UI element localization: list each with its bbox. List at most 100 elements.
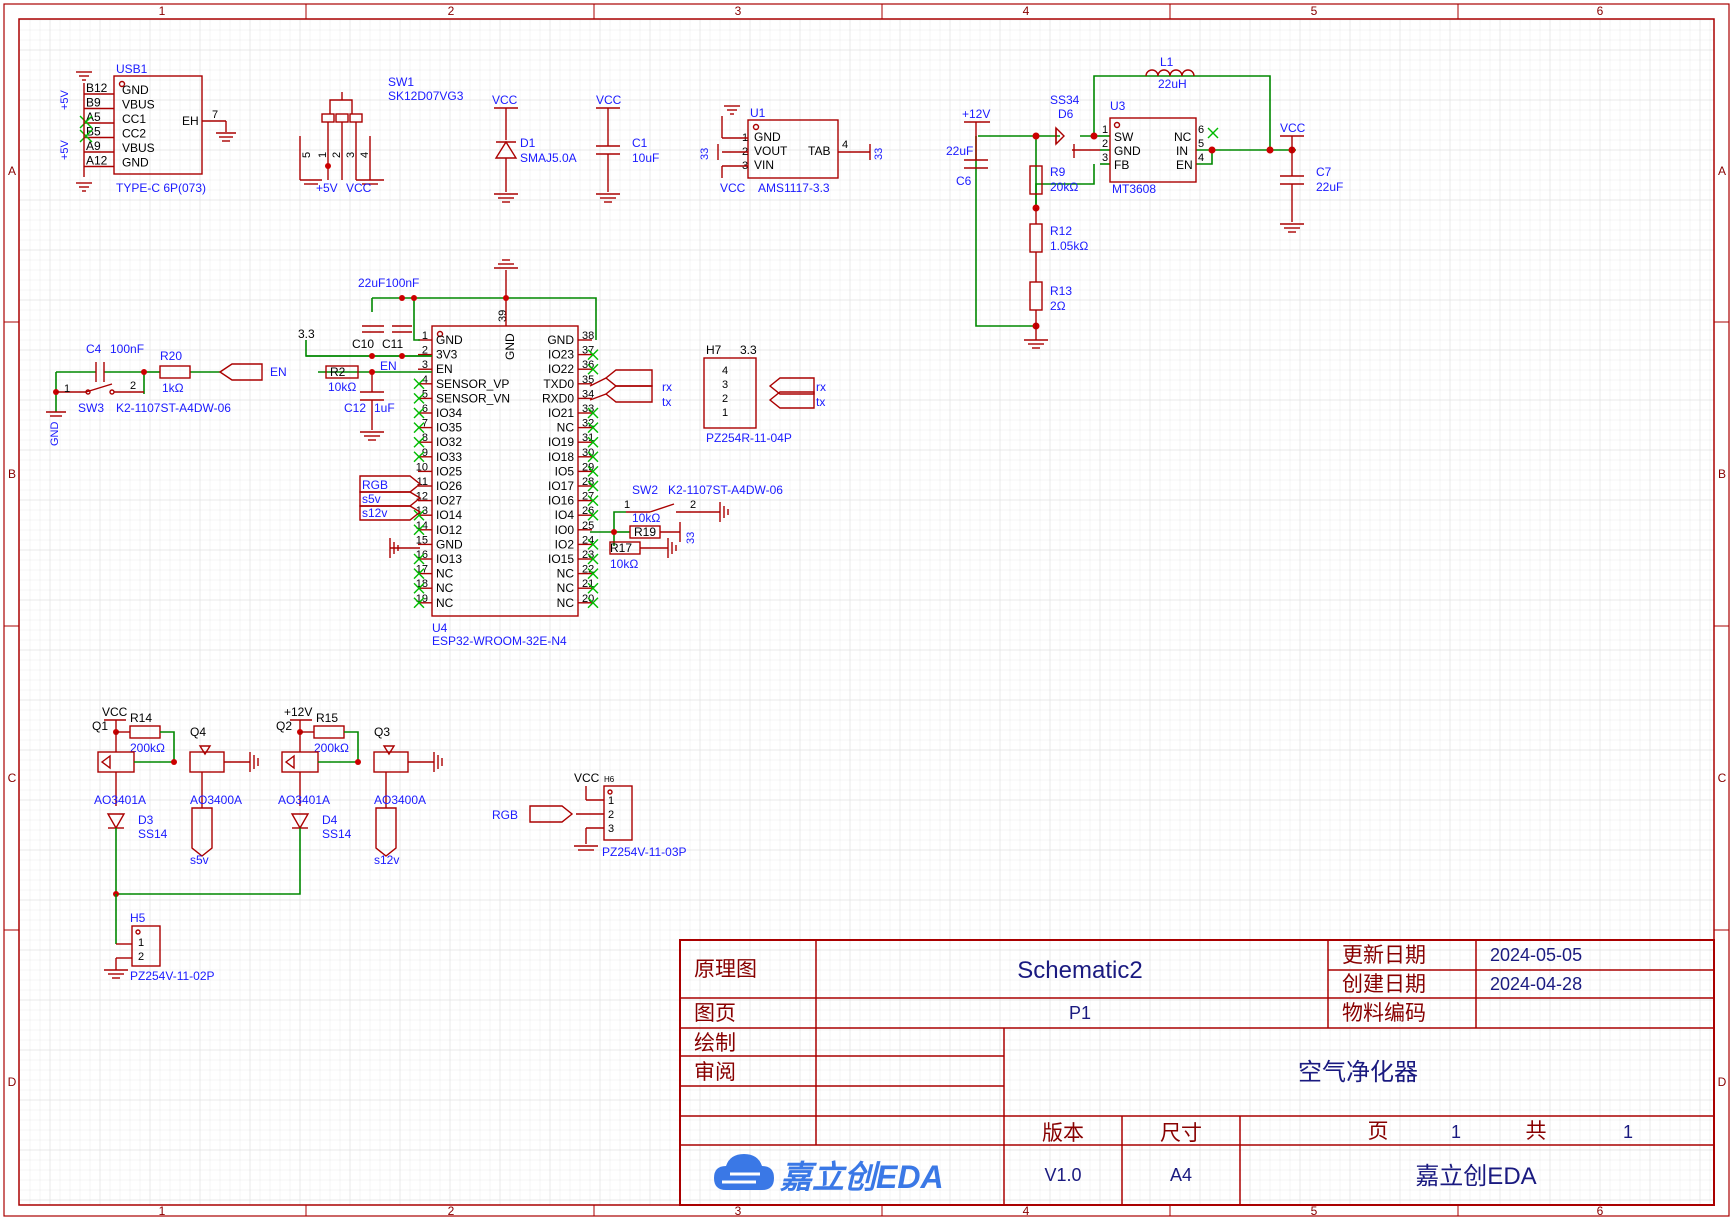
u3-pin-name: NC (1174, 130, 1192, 144)
u4-pin-name: IO19 (548, 435, 574, 449)
r9-value: 20kΩ (1050, 180, 1078, 194)
h7-pin: 2 (722, 393, 728, 405)
usb1-pin-num: A5 (86, 110, 101, 124)
column-label: 4 (1023, 4, 1030, 18)
u1-net-33: 33 (699, 148, 711, 160)
column-label: 6 (1597, 4, 1604, 18)
h5-pin: 2 (138, 951, 144, 963)
u4-pin-num: 1 (422, 330, 428, 342)
u4-pin-num: 15 (416, 534, 428, 546)
column-label: 2 (448, 1204, 455, 1218)
u4-net-33: 3.3 (298, 327, 315, 341)
tb-size: A4 (1170, 1165, 1192, 1185)
d1-tvs-diode[interactable]: VCC D1 SMAJ5.0A (492, 93, 577, 203)
u4-pin-name: GND (436, 537, 463, 551)
u4-pin-name: IO2 (555, 537, 575, 551)
q4-part: AO3400A (190, 793, 242, 807)
u3-pin-num: 3 (1102, 152, 1108, 164)
r14-value: 200kΩ (130, 741, 165, 755)
u4-pin-num: 16 (416, 549, 428, 561)
usb1-pin-name: CC2 (122, 127, 146, 141)
r15-value: 200kΩ (314, 741, 349, 755)
u3-pin-num: 1 (1102, 124, 1108, 136)
u4-pin-name: RXD0 (542, 391, 574, 405)
row-label: A (8, 164, 16, 178)
h7-net-33: 3.3 (740, 343, 757, 357)
u4-pin-name: IO14 (436, 508, 462, 522)
column-label: 3 (735, 4, 742, 18)
u4-pin-name: IO33 (436, 450, 462, 464)
u4-pin-num: 38 (582, 330, 594, 342)
h6-rgb-header[interactable]: VCC H6 1 2 3 RGB PZ254V-11-03P (492, 771, 687, 859)
sw3-part: K2-1107ST-A4DW-06 (116, 401, 231, 415)
u3-pin-name: GND (1114, 144, 1141, 158)
r19-ref: R19 (634, 525, 656, 539)
u4-pin-name: NC (557, 421, 575, 435)
sw2-pin1: 1 (624, 499, 630, 511)
r17-ref: R17 (610, 541, 632, 555)
boost-net-vcc: VCC (1280, 121, 1306, 135)
u4-pin-name: TXD0 (543, 377, 574, 391)
u1-vcc: VCC (720, 181, 746, 195)
tb-updated-date: 2024-05-05 (1490, 945, 1582, 965)
tb-version: V1.0 (1044, 1165, 1081, 1185)
u4-pin-name: IO34 (436, 406, 462, 420)
c1-ref: C1 (632, 136, 648, 150)
usb1-pin-name: VBUS (122, 98, 155, 112)
u4-ref: U4 (432, 621, 448, 635)
sw2-boot-circuit[interactable]: SW2 K2-1107ST-A4DW-06 1 2 10kΩ R19 33 R1… (590, 483, 783, 571)
sw3-net-en: EN (270, 365, 287, 379)
tb-bom-label: 物料编码 (1342, 1002, 1426, 1025)
d1-net-vcc: VCC (492, 93, 518, 107)
sw3-net-gnd: GND (49, 422, 61, 447)
sw3-pin1: 1 (64, 383, 70, 395)
r12-ref: R12 (1050, 224, 1072, 238)
u3-pin-name: EN (1176, 158, 1193, 172)
tb-type-label: 原理图 (694, 958, 757, 981)
q2-net-12v: +12V (284, 705, 312, 719)
q4-net-s5v: s5v (190, 853, 209, 867)
u4-pin-name: IO26 (436, 479, 462, 493)
u4-pin-name: NC (557, 581, 575, 595)
sw1-ref: SW1 (388, 75, 414, 89)
column-label: 6 (1597, 1204, 1604, 1218)
u4-net-rx: rx (662, 380, 672, 394)
sw1-slide-switch[interactable]: SW1 SK12D07VG3 51234 +5V VCC (299, 75, 464, 195)
c1-value: 10uF (632, 151, 659, 165)
u1-tab-pin: 4 (842, 139, 848, 151)
column-label: 3 (735, 1204, 742, 1218)
u3-pin-num: 4 (1198, 152, 1204, 164)
u4-pin-name: IO35 (436, 421, 462, 435)
c7-value: 22uF (1316, 180, 1343, 194)
sw2-ref: SW2 (632, 483, 658, 497)
u4-pin-name: IO15 (548, 552, 574, 566)
usb1-net-5v: +5V (59, 89, 71, 110)
u4-pin-name: NC (557, 596, 575, 610)
tb-total: 1 (1623, 1122, 1633, 1142)
u4-pin-num: 25 (582, 520, 594, 532)
usb1-eh: EH (182, 114, 199, 128)
usb1-pin-num: B5 (86, 125, 101, 139)
c10-ref: C10 (352, 337, 374, 351)
u3-pin-num: 5 (1198, 138, 1204, 150)
r19-value: 10kΩ (632, 511, 660, 525)
usb1-connector[interactable]: USB1 B12 GNDB9 VBUSA5 CC1B5 CC2A9 VBUSA12 GND … (59, 62, 236, 195)
u4-pin-name: IO16 (548, 494, 574, 508)
u4-pin-name: IO0 (555, 523, 575, 537)
u4-pin-num: 3 (422, 359, 428, 371)
tb-size-label: 尺寸 (1160, 1122, 1202, 1145)
u1-tab: TAB (808, 144, 830, 158)
h7-pin: 1 (722, 407, 728, 419)
u3-ref: U3 (1110, 99, 1126, 113)
r15-ref: R15 (316, 711, 338, 725)
l1-value: 22uH (1158, 77, 1187, 91)
sw1-net-5v: +5V (316, 181, 338, 195)
u4-gnd-top: GND (503, 333, 517, 360)
r20-ref: R20 (160, 349, 182, 363)
q1-ref: Q1 (92, 719, 108, 733)
h7-part: PZ254R-11-04P (706, 431, 792, 445)
boost-converter[interactable]: +12V 22uF C6 SS34 D6 L1 22uH U3 SW GND F… (946, 55, 1343, 349)
h7-pin: 4 (722, 365, 728, 377)
u1-ref: U1 (750, 106, 766, 120)
u4-pin-num: 18 (416, 578, 428, 590)
